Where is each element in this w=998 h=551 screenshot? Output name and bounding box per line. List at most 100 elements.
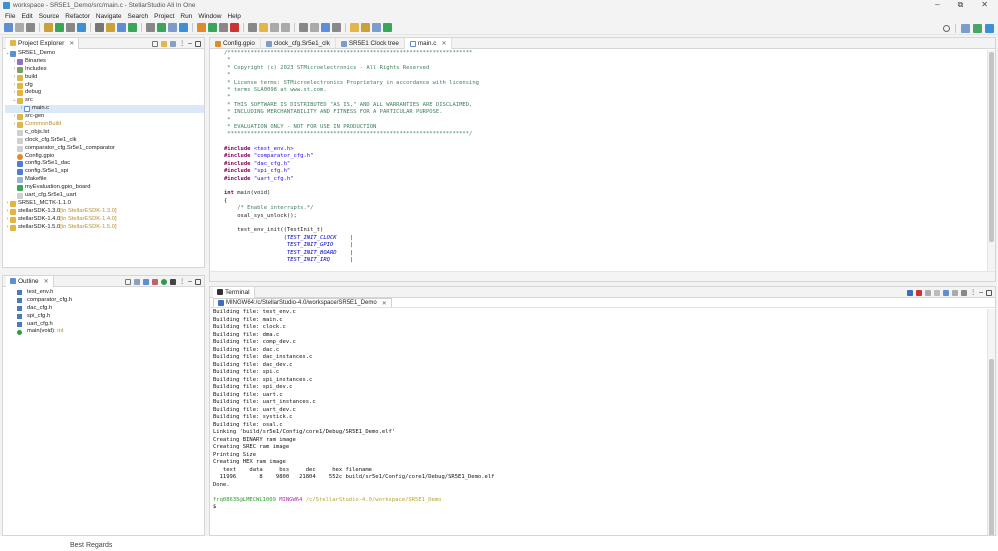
tree-item[interactable]: › stellarSDK-1.3.0 [in StellarESDK-1.3.0] xyxy=(5,208,204,216)
tree-item[interactable]: ⌄ SR5E1_Demo xyxy=(5,50,204,58)
disconnect-icon[interactable] xyxy=(916,289,923,296)
collapse-all-icon[interactable] xyxy=(152,40,159,47)
hide-macros-icon[interactable] xyxy=(170,278,177,285)
toolbar-button-icon[interactable] xyxy=(197,23,206,32)
maximize-icon[interactable] xyxy=(195,40,201,47)
editor-scroll-thumb[interactable] xyxy=(989,52,994,242)
tree-item[interactable]: comparator_cfg.Sr5e1_comparator xyxy=(5,145,204,153)
prompt-symbol[interactable]: $ xyxy=(213,504,995,512)
terminal-vertical-scrollbar[interactable] xyxy=(987,309,995,535)
toolbar-button-icon[interactable] xyxy=(230,23,239,32)
toolbar-button-icon[interactable] xyxy=(26,23,35,32)
terminal-settings-icon[interactable] xyxy=(943,289,950,296)
terminal-scroll-thumb[interactable] xyxy=(989,359,994,535)
toolbar-button-icon[interactable] xyxy=(208,23,217,32)
tree-item[interactable]: › Binaries xyxy=(5,58,204,66)
code-editor[interactable]: /***************************************… xyxy=(210,50,987,271)
toggle-command-input-icon[interactable] xyxy=(925,289,932,296)
outline-item[interactable]: main(void) : int xyxy=(17,328,204,336)
toolbar-button-icon[interactable] xyxy=(77,23,86,32)
cpp-perspective-icon[interactable] xyxy=(973,23,982,33)
tab-terminal-session[interactable]: MINGW64:/c/StellarStudio-4.0/workspace/S… xyxy=(213,298,392,307)
search-icon[interactable] xyxy=(943,24,950,32)
toolbar-button-icon[interactable] xyxy=(372,23,381,32)
toolbar-button-icon[interactable] xyxy=(66,23,75,32)
outline-item[interactable]: test_env.h xyxy=(17,289,204,297)
sort-icon[interactable] xyxy=(134,278,141,285)
toolbar-button-icon[interactable] xyxy=(299,23,308,32)
menu-source[interactable]: Source xyxy=(39,13,60,20)
toolbar-button-icon[interactable] xyxy=(179,23,188,32)
toolbar-button-icon[interactable] xyxy=(361,23,370,32)
toolbar-button-icon[interactable] xyxy=(383,23,392,32)
tree-item[interactable]: uart_cfg.Sr5e1_uart xyxy=(5,192,204,200)
view-menu-icon[interactable]: ⋮ xyxy=(179,40,185,47)
collapse-all-icon[interactable] xyxy=(125,278,132,285)
menu-run[interactable]: Run xyxy=(180,13,192,20)
tree-item[interactable]: › main.c xyxy=(5,105,204,114)
outline-item[interactable]: dac_cfg.h xyxy=(17,305,204,313)
editor-tab[interactable]: Config.gpio xyxy=(210,38,261,49)
tree-item[interactable]: › SR5E1_MCTK-1.1.0 xyxy=(5,200,204,208)
toolbar-button-icon[interactable] xyxy=(310,23,319,32)
toolbar-button-icon[interactable] xyxy=(55,23,64,32)
maximize-icon[interactable] xyxy=(195,278,201,285)
toolbar-button-icon[interactable] xyxy=(4,23,13,32)
tree-item[interactable]: ⌄ src xyxy=(5,97,204,105)
close-icon[interactable]: ✕ xyxy=(382,300,387,307)
filter-icon[interactable] xyxy=(170,40,177,47)
outline-item[interactable]: uart_cfg.h xyxy=(17,321,204,329)
toolbar-button-icon[interactable] xyxy=(321,23,330,32)
tree-item[interactable]: › Includes xyxy=(5,66,204,74)
tab-project-explorer[interactable]: Project Explorer ✕ xyxy=(6,38,80,49)
view-menu-icon[interactable]: ⋮ xyxy=(179,278,185,285)
tab-terminal[interactable]: Terminal xyxy=(213,287,255,298)
minimize-icon[interactable]: – xyxy=(188,278,192,285)
menu-help[interactable]: Help xyxy=(227,13,240,20)
toolbar-button-icon[interactable] xyxy=(219,23,228,32)
hide-static-icon[interactable] xyxy=(152,278,159,285)
terminal-output[interactable]: Building file: test_env.c Building file: … xyxy=(210,308,995,512)
scroll-lock-icon[interactable] xyxy=(934,289,941,296)
hide-nonpublic-icon[interactable] xyxy=(161,278,168,285)
open-terminal-icon[interactable] xyxy=(907,289,914,296)
toolbar-button-icon[interactable] xyxy=(106,23,115,32)
toolbar-button-icon[interactable] xyxy=(117,23,126,32)
tree-item[interactable]: › CommonBuild xyxy=(5,121,204,129)
maximize-button[interactable]: ⧉ xyxy=(958,0,964,10)
toolbar-button-icon[interactable] xyxy=(44,23,53,32)
tree-item[interactable]: › src-gen xyxy=(5,113,204,121)
toolbar-button-icon[interactable] xyxy=(128,23,137,32)
link-editor-icon[interactable] xyxy=(161,40,168,47)
toolbar-button-icon[interactable] xyxy=(15,23,24,32)
close-button[interactable]: ✕ xyxy=(981,0,988,10)
tree-item[interactable]: Config.gpio xyxy=(5,153,204,161)
tree-item[interactable]: config.Sr5e1_spi xyxy=(5,168,204,176)
tree-item[interactable]: › stellarSDK-1.4.0 [in StellarESDK-1.4.0] xyxy=(5,216,204,224)
minimize-icon[interactable]: – xyxy=(188,40,192,47)
menu-navigate[interactable]: Navigate xyxy=(96,13,122,20)
outline-item[interactable]: spi_cfg.h xyxy=(17,313,204,321)
tree-item[interactable]: config.Sr5e1_dac xyxy=(5,160,204,168)
menu-edit[interactable]: Edit xyxy=(21,13,32,20)
close-icon[interactable]: ✕ xyxy=(441,40,446,47)
tree-item[interactable]: › cfg xyxy=(5,82,204,90)
toolbar-button-icon[interactable] xyxy=(157,23,166,32)
clear-console-icon[interactable] xyxy=(952,289,959,296)
menu-window[interactable]: Window xyxy=(198,13,221,20)
minimize-icon[interactable]: – xyxy=(979,289,983,296)
tree-item[interactable]: › debug xyxy=(5,89,204,97)
maximize-icon[interactable] xyxy=(986,289,992,296)
tree-item[interactable]: › build xyxy=(5,74,204,82)
minimize-button[interactable]: – xyxy=(935,0,939,10)
editor-tab[interactable]: clock_cfg.Sr5e1_clk xyxy=(261,38,336,49)
toolbar-button-icon[interactable] xyxy=(259,23,268,32)
toolbar-button-icon[interactable] xyxy=(95,23,104,32)
perspective-icon[interactable] xyxy=(961,23,970,33)
editor-vertical-scrollbar[interactable] xyxy=(987,50,995,271)
menu-file[interactable]: File xyxy=(5,13,15,20)
tree-item[interactable]: Makefile xyxy=(5,176,204,184)
toolbar-button-icon[interactable] xyxy=(168,23,177,32)
editor-tab[interactable]: SR5E1 Clock tree xyxy=(336,38,405,49)
pin-icon[interactable] xyxy=(961,289,968,296)
